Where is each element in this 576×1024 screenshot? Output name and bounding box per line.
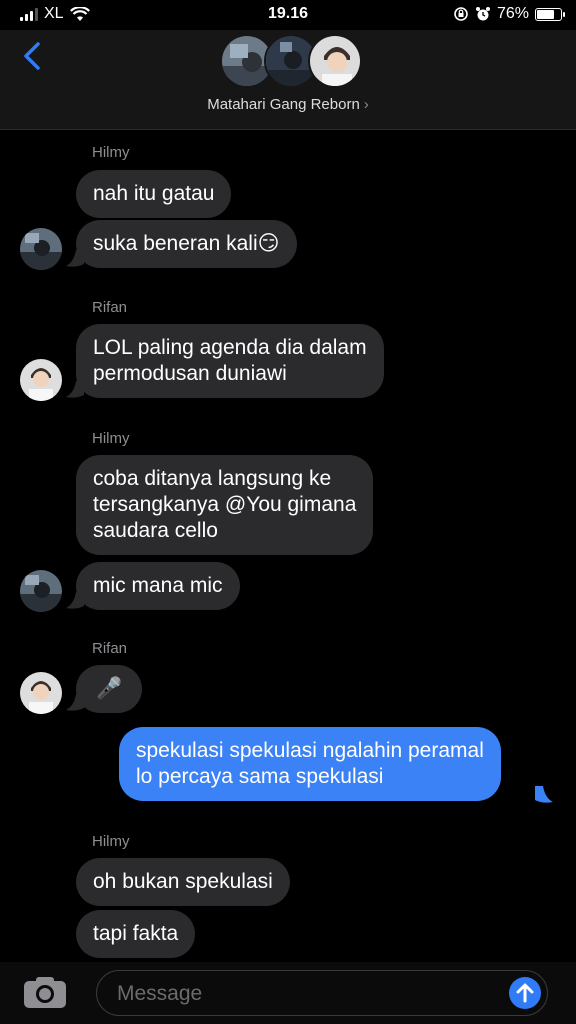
- microphone-emoji: 🎤: [96, 677, 123, 700]
- message-line: spekulasi spekulasi ngalahin peramal: [136, 739, 484, 762]
- avatar: [20, 228, 62, 270]
- sender-name: Hilmy: [92, 144, 130, 161]
- message-line: tersangkanya @You gimana: [93, 493, 357, 516]
- sender-name: Hilmy: [92, 833, 130, 850]
- message-input[interactable]: Message: [96, 970, 548, 1016]
- camera-icon[interactable]: [22, 974, 68, 1010]
- battery-percent: 76%: [496, 5, 529, 22]
- composer-bar: Message: [0, 962, 576, 1024]
- message-bubble[interactable]: 🎤: [76, 665, 143, 713]
- message-line: saudara cello: [93, 519, 218, 542]
- avatar: [308, 34, 362, 88]
- sender-name: Rifan: [92, 299, 128, 316]
- message-line: coba ditanya langsung ke: [93, 467, 332, 490]
- message-bubble[interactable]: coba ditanya langsung ke tersangkanya @Y…: [76, 455, 374, 555]
- sender-name: Rifan: [92, 640, 128, 657]
- outgoing-message-bubble[interactable]: spekulasi spekulasi ngalahin peramal lo …: [119, 727, 501, 801]
- status-bar: XL 19.16 76%: [0, 0, 576, 30]
- message-line: lo percaya sama spekulasi: [136, 765, 384, 788]
- conversation-header: Matahari Gang Reborn ›: [0, 30, 576, 130]
- message-bubble[interactable]: mic mana mic: [76, 562, 240, 610]
- message-line: LOL paling agenda dia dalam: [93, 336, 367, 359]
- status-right: 76%: [453, 5, 565, 23]
- alarm-icon: [475, 7, 490, 21]
- message-bubble[interactable]: tapi fakta: [76, 910, 196, 958]
- sender-name: Hilmy: [92, 430, 130, 447]
- message-bubble[interactable]: nah itu gatau: [76, 170, 232, 218]
- message-bubble[interactable]: oh bukan spekulasi: [76, 858, 290, 906]
- bubble-tail: [535, 786, 553, 803]
- back-chevron-icon[interactable]: [18, 36, 48, 76]
- arrow-up-icon: [516, 983, 534, 1003]
- avatar: [20, 672, 62, 714]
- battery-icon: [535, 7, 565, 21]
- message-placeholder: Message: [117, 982, 203, 1005]
- group-name-label: Matahari Gang Reborn: [207, 96, 360, 113]
- message-bubble[interactable]: suka beneran kali😏: [76, 220, 297, 268]
- message-line: permodusan duniawi: [93, 362, 287, 385]
- send-button[interactable]: [509, 977, 541, 1009]
- avatar: [20, 570, 62, 612]
- avatar: [20, 359, 62, 401]
- message-bubble[interactable]: LOL paling agenda dia dalam permodusan d…: [76, 324, 384, 398]
- chevron-right-icon: ›: [363, 96, 369, 113]
- group-avatars[interactable]: [220, 34, 362, 90]
- group-name[interactable]: Matahari Gang Reborn ›: [0, 96, 576, 113]
- rotation-lock-icon: [454, 7, 468, 21]
